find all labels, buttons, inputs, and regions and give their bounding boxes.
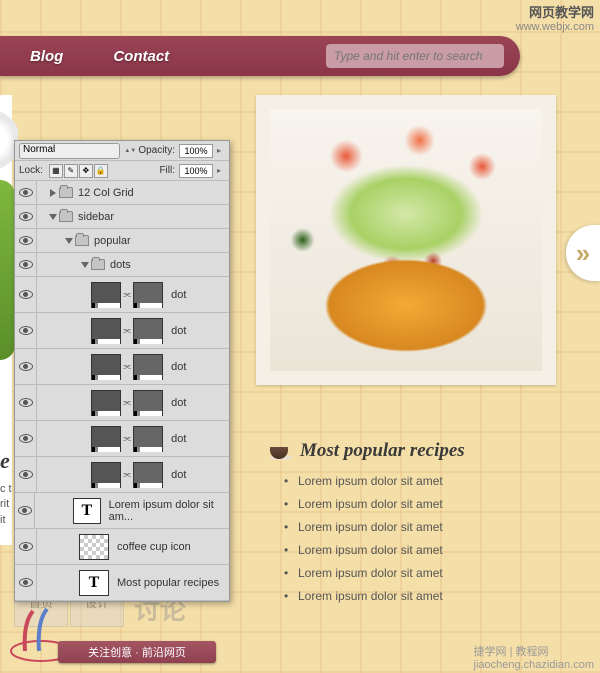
layer-row[interactable]: ⫘ dot: [15, 277, 229, 313]
fill-label: Fill:: [159, 165, 175, 176]
ribbon-banner: 关注创意 · 前沿网页: [58, 641, 216, 663]
popular-title: Most popular recipes: [300, 440, 465, 462]
chevron-down-icon[interactable]: ▸: [217, 146, 225, 155]
visibility-icon[interactable]: [19, 260, 33, 269]
chevron-down-icon[interactable]: ▸: [217, 166, 225, 175]
text-layer-icon: T: [73, 498, 100, 524]
link-icon: ⫘: [123, 433, 131, 444]
layer-row[interactable]: ⫘ dot: [15, 421, 229, 457]
layer-row[interactable]: coffee cup icon: [15, 529, 229, 565]
disclosure-icon[interactable]: [81, 262, 89, 268]
layer-thumbnail: [91, 354, 121, 380]
link-icon: ⫘: [123, 325, 131, 336]
list-item[interactable]: Lorem ipsum dolor sit amet: [298, 589, 570, 603]
layer-row[interactable]: ⫘ dot: [15, 349, 229, 385]
layer-thumbnail: [91, 318, 121, 344]
link-icon: ⫘: [123, 289, 131, 300]
blend-mode-select[interactable]: Normal: [19, 143, 120, 159]
opacity-label: Opacity:: [138, 145, 175, 156]
recipe-image: [270, 109, 542, 371]
list-item[interactable]: Lorem ipsum dolor sit amet: [298, 474, 570, 488]
left-text-fragment: c t rit it: [0, 482, 14, 528]
lock-transparent-icon[interactable]: ▦: [49, 164, 63, 178]
left-title-fragment: e: [0, 448, 10, 474]
visibility-icon[interactable]: [19, 578, 33, 587]
visibility-icon[interactable]: [19, 326, 33, 335]
list-item[interactable]: Lorem ipsum dolor sit amet: [298, 566, 570, 580]
lock-position-icon[interactable]: ✥: [79, 164, 93, 178]
layers-panel: Normal ▲▼ Opacity: 100% ▸ Lock: ▦ ✎ ✥ 🔒 …: [14, 140, 230, 602]
visibility-icon[interactable]: [19, 362, 33, 371]
layer-thumbnail: [91, 282, 121, 308]
text-layer-icon: T: [79, 570, 109, 596]
layer-thumbnail: [91, 390, 121, 416]
layer-row[interactable]: ⫘ dot: [15, 313, 229, 349]
layer-row[interactable]: ⫘ dot: [15, 385, 229, 421]
mask-thumbnail: [133, 282, 163, 308]
coffee-cup-icon: [270, 442, 292, 460]
layer-row[interactable]: 12 Col Grid: [15, 181, 229, 205]
layer-thumbnail: [79, 534, 109, 560]
disclosure-icon[interactable]: [50, 189, 56, 197]
stepper-icon[interactable]: ▲▼: [124, 144, 134, 158]
mask-thumbnail: [133, 462, 163, 488]
nav-blog[interactable]: Blog: [30, 48, 63, 65]
folder-icon: [75, 235, 89, 246]
visibility-icon[interactable]: [19, 188, 33, 197]
lock-label: Lock:: [19, 165, 43, 176]
list-item[interactable]: Lorem ipsum dolor sit amet: [298, 543, 570, 557]
link-icon: ⫘: [123, 397, 131, 408]
link-icon: ⫘: [123, 469, 131, 480]
mask-thumbnail: [133, 426, 163, 452]
layer-row[interactable]: ⫘ dot: [15, 457, 229, 493]
visibility-icon[interactable]: [19, 290, 33, 299]
folder-icon: [91, 259, 105, 270]
folder-icon: [59, 211, 73, 222]
recipe-image-frame: [256, 95, 556, 385]
disclosure-icon[interactable]: [65, 238, 73, 244]
layer-thumbnail: [91, 426, 121, 452]
layer-row[interactable]: sidebar: [15, 205, 229, 229]
visibility-icon[interactable]: [19, 236, 33, 245]
nav-contact[interactable]: Contact: [113, 48, 169, 65]
chevron-right-icon: »: [576, 238, 590, 269]
lock-image-icon[interactable]: ✎: [64, 164, 78, 178]
lock-all-icon[interactable]: 🔒: [94, 164, 108, 178]
search-input[interactable]: [326, 44, 504, 68]
layer-row[interactable]: T Lorem ipsum dolor sit am...: [15, 493, 229, 529]
watermark-bottom-right: 捷学网 | 教程网 jiaocheng.chazidian.com: [474, 643, 594, 671]
recipe-card: [256, 95, 556, 385]
list-item[interactable]: Lorem ipsum dolor sit amet: [298, 497, 570, 511]
layer-row[interactable]: popular: [15, 229, 229, 253]
fill-input[interactable]: 100%: [179, 164, 213, 178]
link-icon: ⫘: [123, 361, 131, 372]
visibility-icon[interactable]: [19, 434, 33, 443]
visibility-icon[interactable]: [18, 506, 32, 515]
mask-thumbnail: [133, 390, 163, 416]
visibility-icon[interactable]: [19, 542, 33, 551]
visibility-icon[interactable]: [19, 212, 33, 221]
layer-row[interactable]: dots: [15, 253, 229, 277]
opacity-input[interactable]: 100%: [179, 144, 213, 158]
visibility-icon[interactable]: [19, 398, 33, 407]
watermark-top-right: 网页教学网 www.webjx.com: [516, 2, 594, 33]
popular-list: Lorem ipsum dolor sit amet Lorem ipsum d…: [270, 474, 570, 603]
list-item[interactable]: Lorem ipsum dolor sit amet: [298, 520, 570, 534]
visibility-icon[interactable]: [19, 470, 33, 479]
popular-recipes-section: Most popular recipes Lorem ipsum dolor s…: [270, 440, 570, 612]
folder-icon: [59, 187, 73, 198]
layer-row[interactable]: T Most popular recipes: [15, 565, 229, 601]
nav-bar: Blog Contact: [0, 36, 520, 76]
mask-thumbnail: [133, 354, 163, 380]
mask-thumbnail: [133, 318, 163, 344]
disclosure-icon[interactable]: [49, 214, 57, 220]
layer-thumbnail: [91, 462, 121, 488]
